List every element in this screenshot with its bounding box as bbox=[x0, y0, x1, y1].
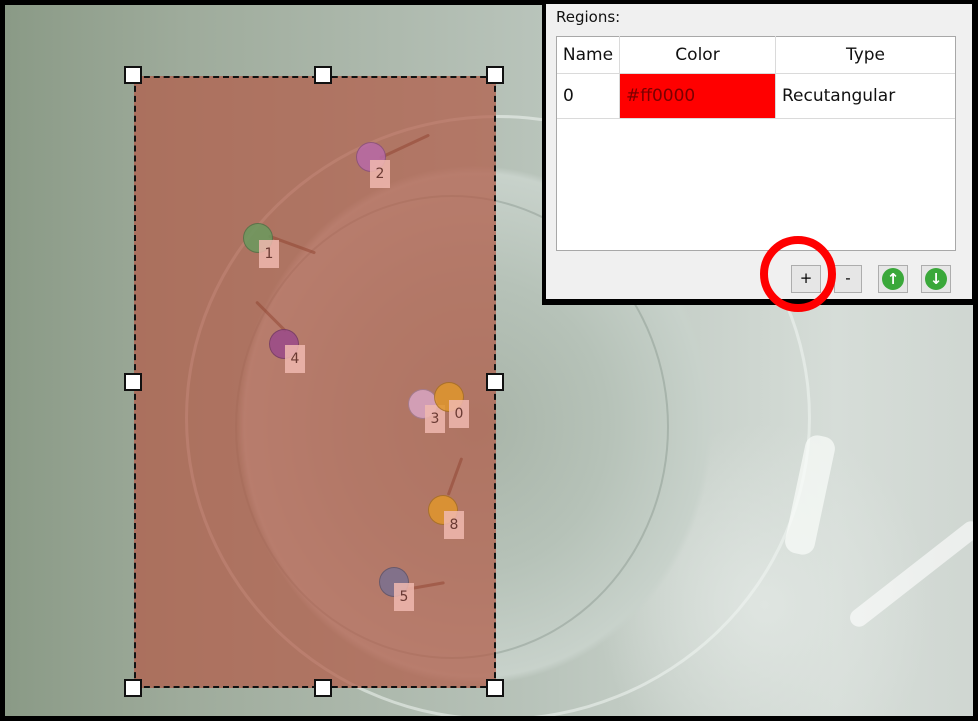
resize-handle-bottom[interactable] bbox=[314, 679, 332, 697]
marker-id-label: 2 bbox=[370, 160, 390, 188]
remove-region-button[interactable]: - bbox=[834, 265, 862, 293]
marker-id-label: 5 bbox=[394, 583, 414, 611]
selected-region-rectangle[interactable] bbox=[134, 76, 496, 688]
marker-id-label: 1 bbox=[259, 240, 279, 268]
highlight-circle-annotation bbox=[760, 236, 836, 312]
resize-handle-top[interactable] bbox=[314, 66, 332, 84]
resize-handle-bottom-left[interactable] bbox=[124, 679, 142, 697]
glare bbox=[846, 517, 973, 631]
regions-panel-title: Regions: bbox=[556, 8, 621, 26]
resize-handle-top-right[interactable] bbox=[486, 66, 504, 84]
resize-handle-bottom-right[interactable] bbox=[486, 679, 504, 697]
arrow-down-icon: ↓ bbox=[925, 268, 947, 290]
column-header-color[interactable]: Color bbox=[620, 36, 776, 74]
marker-id-label: 4 bbox=[285, 345, 305, 373]
arrow-up-icon: ↑ bbox=[882, 268, 904, 290]
marker-id-label: 8 bbox=[444, 511, 464, 539]
resize-handle-left[interactable] bbox=[124, 373, 142, 391]
region-type-cell[interactable]: Recutangular bbox=[776, 74, 955, 119]
region-color-cell[interactable]: #ff0000 bbox=[620, 74, 776, 119]
resize-handle-right[interactable] bbox=[486, 373, 504, 391]
move-down-button[interactable]: ↓ bbox=[921, 265, 951, 293]
column-header-name[interactable]: Name bbox=[557, 36, 620, 74]
resize-handle-top-left[interactable] bbox=[124, 66, 142, 84]
move-up-button[interactable]: ↑ bbox=[878, 265, 908, 293]
region-name-cell[interactable]: 0 bbox=[557, 74, 620, 119]
marker-id-label: 0 bbox=[449, 400, 469, 428]
column-header-type[interactable]: Type bbox=[776, 36, 955, 74]
